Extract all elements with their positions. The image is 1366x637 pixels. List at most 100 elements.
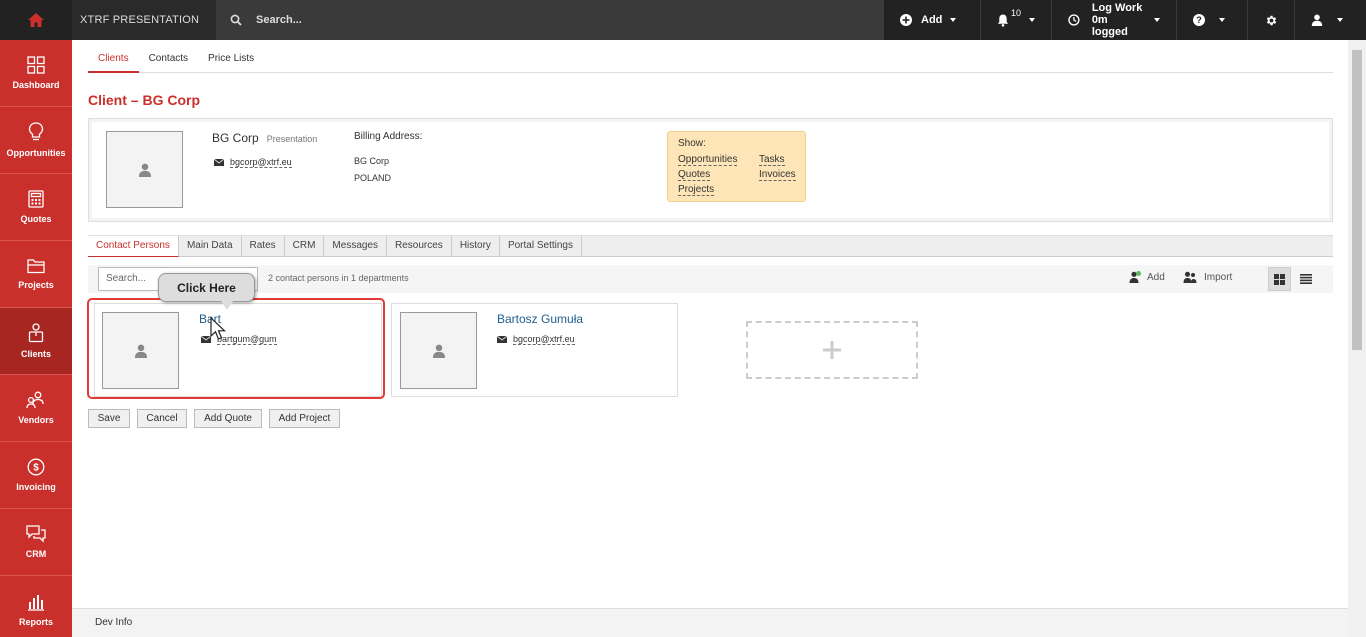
add-menu-label: Add <box>921 14 943 26</box>
grid-view-button[interactable] <box>1268 267 1291 291</box>
add-contact-card[interactable] <box>746 321 918 379</box>
click-here-tooltip: Click Here <box>158 273 255 310</box>
client-detail-tabs: Contact Persons Main Data Rates CRM Mess… <box>88 235 1333 257</box>
home-button[interactable] <box>0 0 72 40</box>
add-menu-button[interactable]: Add <box>883 0 980 40</box>
mouse-cursor-icon <box>210 317 226 340</box>
tab-messages[interactable]: Messages <box>324 236 387 257</box>
contact-card[interactable]: Bartosz Gumuła bgcorp@xtrf.eu <box>391 303 678 397</box>
lightbulb-icon <box>28 122 44 141</box>
envelope-icon <box>497 336 507 343</box>
chevron-down-icon <box>1219 18 1225 22</box>
home-icon <box>28 13 44 27</box>
grid-icon <box>1274 273 1285 285</box>
save-button[interactable]: Save <box>88 409 130 428</box>
tab-portal-settings[interactable]: Portal Settings <box>500 236 582 257</box>
global-search[interactable]: Search... <box>216 0 883 40</box>
client-info-box: BG Corp Presentation bgcorp@xtrf.eu Bill… <box>88 118 1333 222</box>
tab-contact-persons[interactable]: Contact Persons <box>88 236 179 257</box>
user-menu-button[interactable] <box>1294 0 1366 40</box>
import-contacts-button[interactable]: Import <box>1183 271 1232 283</box>
user-placeholder-icon <box>432 344 445 358</box>
contact-count-text: 2 contact persons in 1 departments <box>268 273 409 283</box>
users-icon <box>26 391 44 409</box>
client-email-link[interactable]: bgcorp@xtrf.eu <box>230 157 292 168</box>
tab-main-data[interactable]: Main Data <box>179 236 242 257</box>
show-links-box: Show: Opportunities Tasks Quotes Invoice… <box>667 131 806 202</box>
user-icon <box>1311 14 1323 26</box>
show-invoices-link[interactable]: Invoices <box>759 169 796 181</box>
sidebar-item-opportunities[interactable]: Opportunities <box>0 107 72 174</box>
chevron-down-icon <box>1337 18 1343 22</box>
list-icon <box>1299 274 1312 284</box>
scrollbar-thumb[interactable] <box>1352 50 1362 350</box>
client-icon <box>28 323 44 343</box>
contact-email-link[interactable]: bgcorp@xtrf.eu <box>513 334 575 345</box>
add-project-button[interactable]: Add Project <box>269 409 340 428</box>
sidebar-item-label: Invoicing <box>16 482 56 492</box>
global-search-input[interactable]: Search... <box>256 14 302 26</box>
svg-text:?: ? <box>1196 15 1202 25</box>
highlight-frame <box>87 298 385 399</box>
show-tasks-link[interactable]: Tasks <box>759 154 785 166</box>
page-title: Client – BG Corp <box>88 92 201 108</box>
sidebar-item-invoicing[interactable]: $ Invoicing <box>0 442 72 509</box>
sidebar-item-clients[interactable]: Clients <box>0 308 72 375</box>
list-view-button[interactable] <box>1294 267 1317 291</box>
sidebar-item-reports[interactable]: Reports <box>0 576 72 637</box>
tab-contacts[interactable]: Contacts <box>139 52 198 73</box>
bar-chart-icon <box>28 594 44 611</box>
contact-name-link[interactable]: Bartosz Gumuła <box>497 312 583 326</box>
import-contacts-label: Import <box>1204 271 1233 283</box>
sidebar-item-label: Dashboard <box>12 80 60 90</box>
chat-icon <box>26 525 46 543</box>
sidebar: Dashboard Opportunities Quotes Projects … <box>0 40 72 637</box>
client-avatar[interactable] <box>106 131 183 208</box>
tab-history[interactable]: History <box>452 236 500 257</box>
client-tag: Presentation <box>266 134 318 144</box>
notifications-count: 10 <box>1010 8 1021 18</box>
sidebar-item-dashboard[interactable]: Dashboard <box>0 40 72 107</box>
users-icon <box>1183 271 1197 283</box>
dev-info-footer[interactable]: Dev Info <box>72 608 1348 637</box>
tab-crm[interactable]: CRM <box>285 236 325 257</box>
tab-rates[interactable]: Rates <box>242 236 285 257</box>
sidebar-item-vendors[interactable]: Vendors <box>0 375 72 442</box>
dashboard-icon <box>27 56 45 74</box>
sidebar-item-projects[interactable]: Projects <box>0 241 72 308</box>
chevron-down-icon <box>1029 18 1035 22</box>
plus-circle-icon <box>900 14 912 26</box>
bell-icon <box>997 14 1009 27</box>
tooltip-tail <box>221 301 233 310</box>
log-work-button[interactable]: Log Work 0m logged <box>1051 0 1176 40</box>
show-projects-link[interactable]: Projects <box>678 184 715 196</box>
sidebar-item-quotes[interactable]: Quotes <box>0 174 72 241</box>
settings-button[interactable] <box>1247 0 1294 40</box>
svg-text:$: $ <box>33 463 39 474</box>
tab-clients[interactable]: Clients <box>88 52 139 73</box>
notifications-button[interactable]: 10 <box>980 0 1051 40</box>
add-contact-button[interactable]: Add <box>1129 271 1165 283</box>
sidebar-item-label: Quotes <box>20 214 52 224</box>
billing-address-line: BG Corp <box>354 156 390 166</box>
sidebar-item-label: Vendors <box>18 415 54 425</box>
show-quotes-link[interactable]: Quotes <box>678 169 711 181</box>
clock-icon <box>1068 14 1080 26</box>
sidebar-item-label: Clients <box>20 349 51 359</box>
contact-avatar[interactable] <box>400 312 477 389</box>
contact-email: bgcorp@xtrf.eu <box>497 334 575 345</box>
log-work-value: 0m logged <box>1091 14 1128 38</box>
sidebar-item-label: Projects <box>18 280 54 290</box>
chevron-down-icon <box>1154 18 1160 22</box>
add-quote-button[interactable]: Add Quote <box>194 409 262 428</box>
show-opportunities-link[interactable]: Opportunities <box>678 154 738 166</box>
folder-icon <box>27 259 45 274</box>
dollar-circle-icon: $ <box>27 458 45 476</box>
help-button[interactable]: ? <box>1176 0 1247 40</box>
cancel-button[interactable]: Cancel <box>137 409 187 428</box>
vertical-scrollbar[interactable] <box>1348 40 1366 637</box>
sidebar-item-crm[interactable]: CRM <box>0 509 72 576</box>
tooltip-text: Click Here <box>177 280 236 295</box>
tab-price-lists[interactable]: Price Lists <box>198 52 264 73</box>
tab-resources[interactable]: Resources <box>387 236 452 257</box>
